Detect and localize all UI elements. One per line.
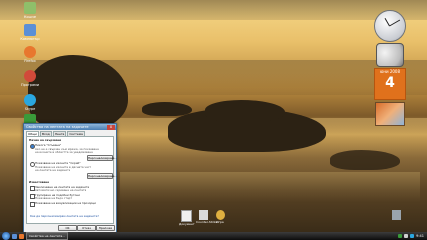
quick-launch-firefox-icon[interactable] [19, 233, 24, 239]
customize-button-1[interactable]: Персонализиране... [87, 155, 117, 161]
desktop-icon-label: Програми [20, 83, 40, 87]
desktop-icon-label: Counter-Strike [196, 220, 218, 224]
desktop-icon-label: Skype [24, 107, 36, 111]
desktop-icon-label: Кошче [23, 15, 37, 19]
check-2-desc: Показване на бърз старт [35, 197, 73, 200]
desktop-wallpaper: Кошче Компютър Firefox Програми Skype юн… [0, 0, 427, 232]
rock-center-top [205, 100, 285, 122]
cancel-button[interactable]: Отказ [77, 225, 96, 231]
picture-gadget[interactable] [375, 102, 405, 126]
dialog-title: Свойства на лентата на задачите [26, 125, 89, 129]
taskbar-button-dialog[interactable]: Свойства на лентата... [26, 232, 69, 240]
desktop-icon-label: Firefox [24, 59, 36, 63]
taskbar-properties-dialog: Свойства на лентата на задачите X Общи В… [23, 123, 117, 232]
start-button[interactable] [2, 232, 10, 240]
customize-button-2[interactable]: Персонализиране... [87, 173, 117, 179]
sky-clouds [0, 0, 427, 20]
calendar-gadget[interactable]: юни 2008 4 [374, 68, 406, 100]
desktop-icon-skype[interactable]: Skype [19, 94, 41, 111]
wet-sand-reflection [120, 172, 420, 202]
dialog-panel: Начин на свързване Никога "Сгъване" Ако … [26, 136, 117, 224]
calendar-day: 4 [385, 75, 395, 91]
tray-clock[interactable]: 9:41 [416, 234, 424, 238]
counter-strike-icon [198, 210, 208, 220]
recycle-bin-icon [24, 2, 36, 14]
section-notify-heading: Известяване [29, 181, 50, 184]
desktop-icon-firefox[interactable]: Firefox [19, 46, 41, 63]
clock-minute-hand [389, 19, 401, 27]
slideshow-gadget[interactable] [376, 43, 404, 67]
skype-icon [24, 94, 36, 106]
trash-icon [391, 210, 401, 220]
quick-launch-desktop-icon[interactable] [12, 233, 17, 239]
rock-right [330, 150, 400, 170]
firefox-icon [24, 46, 36, 58]
help-link[interactable]: Как да персонализирам лентата на задачит… [30, 215, 99, 218]
section-connect-heading: Начин на свързване [29, 139, 62, 142]
desktop-icon-label: Компютър [20, 37, 40, 41]
desktop-icon-trash[interactable] [389, 210, 403, 220]
desktop-icon-counter-strike[interactable]: Counter-Strike [196, 210, 218, 224]
desktop-icon-programs[interactable]: Програми [19, 70, 41, 87]
option-2-label: Показване на иконите "Скрий" [35, 162, 81, 165]
system-tray: 9:41 [398, 234, 424, 238]
desktop-icon-label: Игра [216, 220, 224, 224]
document-icon [180, 210, 192, 222]
ok-button[interactable]: OK [58, 225, 77, 231]
option-2-desc2: на лентата на задачите [35, 169, 71, 172]
option-1-desc2: на иконите в областта за уведомяване [35, 151, 93, 154]
close-button[interactable]: X [107, 124, 115, 130]
skype-tray-icon[interactable] [410, 234, 415, 238]
clock-gadget[interactable] [374, 10, 406, 42]
apply-button[interactable]: Приложи [96, 225, 115, 231]
volume-tray-icon[interactable] [404, 234, 409, 238]
program-icon [24, 70, 36, 82]
desktop-icon-recycle[interactable]: Кошче [19, 2, 41, 19]
check-3-label: Показване на визуализации на прозорци [35, 202, 96, 205]
option-1-label: Никога "Сгъване" [35, 144, 62, 147]
network-tray-icon[interactable] [398, 234, 403, 238]
taskbar: Свойства на лентата... 9:41 [0, 232, 427, 240]
computer-icon [24, 24, 36, 36]
desktop-icon-document[interactable]: Документ [179, 210, 195, 226]
desktop-icon-label: Документ [179, 222, 195, 226]
check-1-desc: Автоматично скриване на лентата [35, 189, 87, 192]
game-icon [215, 210, 225, 220]
desktop-icon-game[interactable]: Игра [213, 210, 227, 224]
desktop-icon-computer[interactable]: Компютър [19, 24, 41, 41]
